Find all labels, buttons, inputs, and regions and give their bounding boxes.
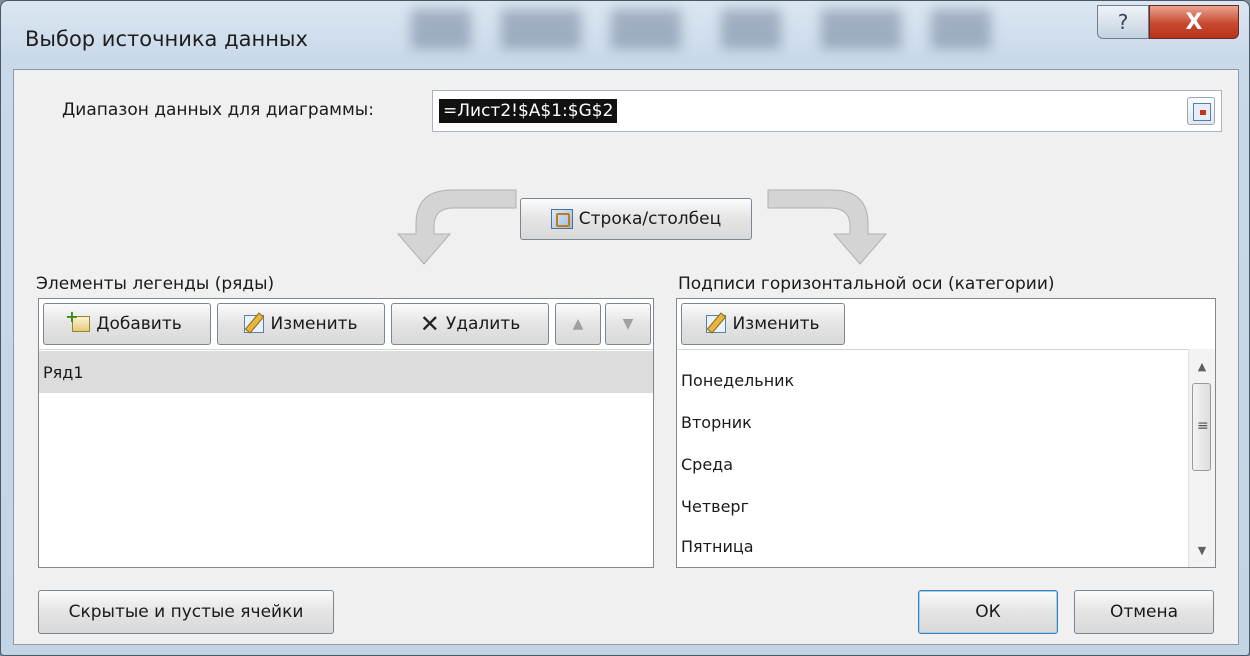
legend-panel: Добавить Изменить ✕ Удалить ▲ ▼ Ряд1 — [38, 298, 654, 568]
window-title: Выбор источника данных — [25, 27, 308, 51]
close-button[interactable]: X — [1149, 5, 1239, 39]
scroll-thumb[interactable] — [1192, 383, 1211, 471]
background-blur — [931, 9, 991, 49]
arrow-down-icon: ▼ — [622, 316, 634, 332]
background-blur — [411, 9, 471, 49]
dialog-window: Выбор источника данных ? X Диапазон данн… — [0, 0, 1250, 656]
move-up-button[interactable]: ▲ — [555, 303, 601, 345]
range-label: Диапазон данных для диаграммы: — [62, 100, 374, 120]
help-button[interactable]: ? — [1097, 5, 1149, 39]
edit-series-label: Изменить — [270, 314, 358, 334]
edit-series-button[interactable]: Изменить — [217, 303, 385, 345]
title-bar[interactable]: Выбор источника данных ? X — [1, 1, 1249, 77]
arrow-right-icon — [767, 189, 888, 265]
hidden-empty-cells-button[interactable]: Скрытые и пустые ячейки — [38, 590, 334, 634]
category-item[interactable]: Пятница — [677, 527, 1215, 565]
move-down-button[interactable]: ▼ — [605, 303, 651, 345]
category-item[interactable]: Понедельник — [677, 359, 1215, 401]
axis-scrollbar[interactable]: ▲ ▼ — [1188, 349, 1215, 567]
delete-series-button[interactable]: ✕ Удалить — [391, 303, 549, 345]
arrow-up-icon: ▲ — [572, 316, 584, 332]
background-blur — [501, 9, 581, 49]
switch-row-column-button[interactable]: Строка/столбец — [520, 198, 752, 240]
edit-icon — [244, 315, 265, 333]
legend-toolbar: Добавить Изменить ✕ Удалить ▲ ▼ — [39, 299, 653, 350]
scroll-up-icon[interactable]: ▲ — [1189, 353, 1215, 379]
series-item[interactable]: Ряд1 — [39, 351, 653, 393]
legend-section-label: Элементы легенды (ряды) — [36, 274, 275, 294]
category-item[interactable]: Вторник — [677, 401, 1215, 443]
add-icon — [65, 307, 91, 332]
category-item[interactable]: Среда — [677, 443, 1215, 485]
switch-row-column-label: Строка/столбец — [578, 209, 722, 229]
range-input[interactable]: =Лист2!$A$1:$G$2 — [432, 90, 1222, 132]
add-series-button[interactable]: Добавить — [43, 303, 211, 345]
ok-button[interactable]: ОК — [918, 590, 1058, 634]
cancel-button[interactable]: Отмена — [1074, 590, 1214, 634]
background-blur — [821, 9, 901, 49]
dialog-body: Диапазон данных для диаграммы: =Лист2!$A… — [13, 69, 1239, 645]
background-blur — [721, 9, 781, 49]
arrow-left-icon — [396, 189, 517, 265]
axis-section-label: Подписи горизонтальной оси (категории) — [678, 274, 1055, 294]
edit-axis-labels-label: Изменить — [732, 314, 820, 334]
axis-toolbar: Изменить — [677, 299, 1215, 350]
edit-axis-labels-button[interactable]: Изменить — [681, 303, 845, 345]
collapse-icon — [1193, 103, 1211, 121]
scroll-down-icon[interactable]: ▼ — [1189, 537, 1215, 563]
delete-icon: ✕ — [419, 310, 440, 338]
delete-series-label: Удалить — [445, 314, 521, 334]
category-item[interactable]: Четверг — [677, 485, 1215, 527]
range-value: =Лист2!$A$1:$G$2 — [439, 99, 618, 123]
edit-icon — [706, 315, 727, 333]
add-series-label: Добавить — [96, 314, 182, 334]
background-blur — [611, 9, 681, 49]
collapse-dialog-button[interactable] — [1187, 97, 1215, 125]
axis-panel: Изменить Понедельник Вторник Среда Четве… — [676, 298, 1216, 568]
switch-icon — [550, 209, 573, 229]
